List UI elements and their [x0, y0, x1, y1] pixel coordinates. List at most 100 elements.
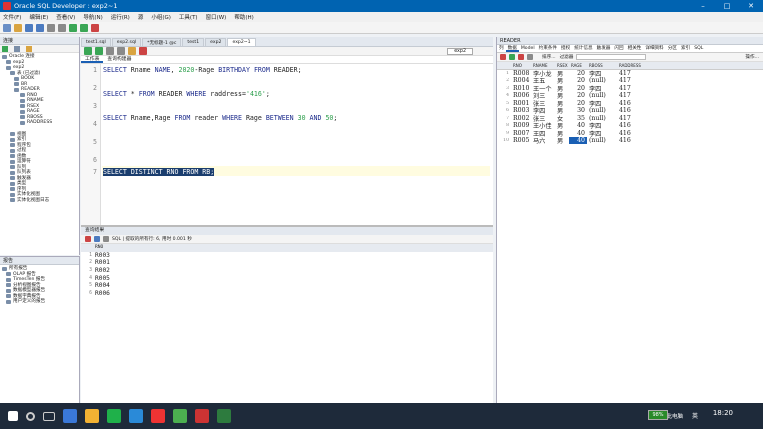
tab-statistics[interactable]: 统计信息: [572, 45, 594, 52]
pin-icon[interactable]: [500, 54, 506, 60]
windows-start-icon[interactable]: [8, 411, 18, 421]
tab-query-builder[interactable]: 查询构建器: [103, 56, 135, 63]
actions-button[interactable]: 操作...: [745, 54, 759, 60]
tab-columns[interactable]: 列: [497, 45, 506, 52]
table-cell[interactable]: 40: [569, 137, 587, 145]
table-cell[interactable]: 416: [617, 100, 643, 107]
table-cell[interactable]: 30: [569, 107, 587, 114]
table-cell[interactable]: R004: [511, 77, 531, 84]
table-cell[interactable]: 416: [617, 130, 643, 137]
run-script-icon[interactable]: [95, 47, 103, 55]
tab-partitions[interactable]: 分区: [666, 45, 679, 52]
open-icon[interactable]: [14, 23, 22, 32]
table-cell[interactable]: R001: [511, 100, 531, 107]
tab-exp2[interactable]: exp2: [205, 38, 227, 46]
tree-item[interactable]: RADDRESS: [2, 120, 77, 126]
table-cell[interactable]: 20: [569, 92, 587, 99]
table-cell[interactable]: 417: [617, 77, 643, 84]
refresh-icon[interactable]: [103, 236, 109, 242]
table-cell[interactable]: 20: [569, 77, 587, 84]
battery-indicator[interactable]: 98%: [648, 410, 668, 420]
add-connection-icon[interactable]: [2, 46, 8, 52]
column-header[interactable]: RNAME: [531, 63, 555, 68]
menu-window[interactable]: 窗口(W): [206, 13, 227, 21]
menu-view[interactable]: 查看(V): [56, 13, 75, 21]
file-explorer-icon[interactable]: [85, 409, 99, 423]
table-cell[interactable]: 40: [569, 130, 587, 137]
table-row[interactable]: 3 R002: [81, 267, 493, 275]
redo-icon[interactable]: [58, 23, 66, 32]
menu-source[interactable]: 源: [138, 13, 144, 21]
tab-dependencies[interactable]: 相关性: [626, 45, 644, 52]
refresh-icon[interactable]: [13, 46, 20, 52]
table-row[interactable]: 1 R003: [81, 252, 493, 260]
results-tab[interactable]: 查询结果: [81, 227, 493, 235]
table-cell[interactable]: 男: [555, 136, 569, 145]
table-row[interactable]: 6 R006: [81, 290, 493, 298]
stop-icon[interactable]: [91, 23, 99, 32]
menu-edit[interactable]: 编辑(E): [29, 13, 48, 21]
commit-icon[interactable]: [106, 47, 114, 55]
tab-exp2-sql[interactable]: exp2.sql: [111, 38, 142, 46]
table-cell[interactable]: 35: [569, 115, 587, 122]
add-row-icon[interactable]: [509, 54, 515, 60]
table-cell[interactable]: 416: [617, 122, 643, 129]
qq-icon[interactable]: [129, 409, 143, 423]
menu-file[interactable]: 文件(F): [3, 13, 21, 21]
delete-row-icon[interactable]: [518, 54, 524, 60]
table-cell[interactable]: R009: [511, 122, 531, 129]
column-header[interactable]: RADDRESS: [617, 63, 643, 68]
tab-constraints[interactable]: 约束条件: [537, 45, 559, 52]
tab-worksheet[interactable]: 工作表: [81, 56, 104, 63]
table-cell[interactable]: R005: [511, 137, 531, 144]
column-header[interactable]: RNO: [511, 63, 531, 68]
column-header[interactable]: RSEX: [555, 63, 569, 68]
table-cell[interactable]: R007: [511, 130, 531, 137]
task-view-icon[interactable]: [43, 411, 55, 421]
sort-button[interactable]: 排序...: [542, 54, 556, 60]
menu-navigate[interactable]: 导航(N): [83, 13, 102, 21]
rollback-icon[interactable]: [117, 47, 125, 55]
tab-details[interactable]: 详细资料: [643, 45, 665, 52]
menu-run[interactable]: 运行(R): [111, 13, 130, 21]
table-row[interactable]: 5 R004: [81, 282, 493, 290]
table-cell[interactable]: (null): [587, 137, 617, 144]
app-icon[interactable]: [173, 409, 187, 423]
wechat-icon[interactable]: [107, 409, 121, 423]
table-cell[interactable]: R002: [511, 115, 531, 122]
table-cell[interactable]: R008: [511, 70, 531, 77]
export-icon[interactable]: [94, 236, 100, 242]
connection-select[interactable]: exp2: [447, 48, 473, 55]
new-icon[interactable]: [3, 23, 11, 32]
table-cell[interactable]: 416: [617, 137, 643, 144]
table-cell[interactable]: 416: [617, 107, 643, 114]
table-row[interactable]: 10 R005 马六男 40 (null) 416: [497, 137, 763, 145]
table-cell[interactable]: 417: [617, 115, 643, 122]
search-icon[interactable]: [26, 411, 35, 421]
tab-model[interactable]: Model: [519, 45, 537, 52]
table-cell[interactable]: 417: [617, 92, 643, 99]
undo-icon[interactable]: [47, 23, 55, 32]
table-cell[interactable]: 417: [617, 85, 643, 92]
table-cell[interactable]: R010: [511, 85, 531, 92]
tab-indexes[interactable]: 索引: [679, 45, 692, 52]
tab-triggers[interactable]: 触发器: [595, 45, 613, 52]
maximize-button[interactable]: □: [715, 0, 739, 12]
table-cell[interactable]: 20: [569, 70, 587, 77]
forward-icon[interactable]: [80, 23, 88, 32]
table-cell[interactable]: (null): [587, 107, 617, 114]
menu-team[interactable]: 小组(G): [151, 13, 171, 21]
commit-icon[interactable]: [527, 54, 533, 60]
table-cell[interactable]: 20: [569, 85, 587, 92]
oracle-icon[interactable]: [195, 409, 209, 423]
tree-item[interactable]: 实体化视图日志: [2, 198, 77, 204]
close-button[interactable]: ✕: [739, 0, 763, 12]
tab-untitled[interactable]: *无标题-1 @c: [142, 38, 182, 46]
table-cell[interactable]: 417: [617, 70, 643, 77]
save-icon[interactable]: [25, 23, 33, 32]
menu-help[interactable]: 帮助(H): [234, 13, 253, 21]
netease-music-icon[interactable]: [151, 409, 165, 423]
table-row[interactable]: 2 R001: [81, 259, 493, 267]
filter-icon[interactable]: [25, 46, 32, 52]
run-statement-icon[interactable]: [84, 47, 92, 55]
